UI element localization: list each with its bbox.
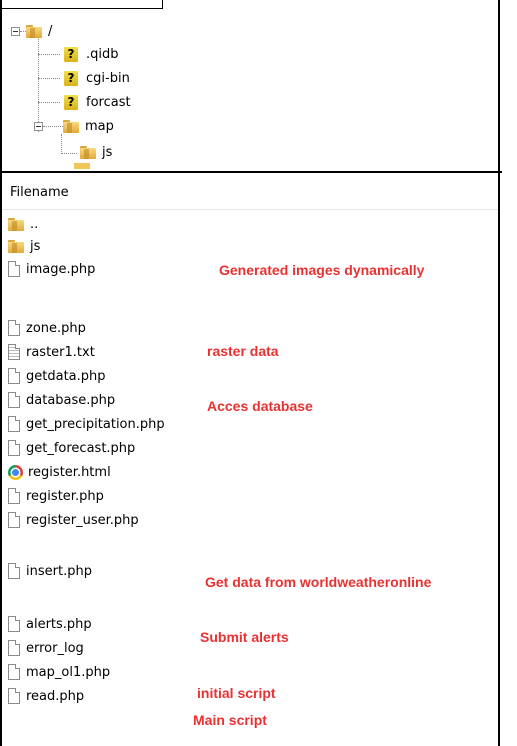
- file-icon: [8, 368, 20, 384]
- file-list: Filename .. js image.php zone.php raster…: [0, 173, 500, 746]
- list-item-get-forecast-php[interactable]: get_forecast.php: [8, 438, 135, 458]
- list-item-register-php[interactable]: register.php: [8, 486, 104, 506]
- file-icon: [8, 320, 20, 336]
- annotation-alerts: Submit alerts: [200, 629, 289, 645]
- list-item-alerts-php[interactable]: alerts.php: [8, 614, 92, 634]
- tree-node-label: map: [85, 118, 114, 134]
- list-item-error-log[interactable]: error_log: [8, 638, 84, 658]
- list-item-register-user-php[interactable]: register_user.php: [8, 510, 139, 530]
- file-icon: [8, 688, 20, 704]
- folder-icon-partial: [74, 163, 90, 169]
- folder-icon: [8, 239, 24, 253]
- tree-node-js[interactable]: js: [80, 142, 112, 162]
- folder-icon: [26, 24, 42, 38]
- text-file-icon: [8, 344, 20, 360]
- tree-connector: [38, 54, 60, 55]
- collapse-icon[interactable]: [34, 121, 43, 131]
- tree-node-qidb[interactable]: ? .qidb: [64, 44, 119, 64]
- file-icon: [8, 261, 20, 277]
- unknown-folder-icon: ?: [64, 70, 78, 86]
- list-item-zone-php[interactable]: zone.php: [8, 318, 86, 338]
- annotation-insert: Get data from worldweatheronline: [205, 574, 432, 590]
- file-icon: [8, 616, 20, 632]
- annotation-raster: raster data: [207, 343, 279, 359]
- folder-icon: [63, 119, 79, 133]
- file-icon: [8, 416, 20, 432]
- tree-node-label: js: [102, 144, 113, 160]
- tree-connector: [38, 102, 60, 103]
- annotation-read: Main script: [193, 712, 267, 728]
- collapse-icon[interactable]: [11, 26, 20, 36]
- annotation-database: Acces database: [207, 398, 313, 414]
- file-icon: [8, 488, 20, 504]
- file-icon: [8, 640, 20, 656]
- tree-node-forcast[interactable]: ? forcast: [64, 92, 131, 112]
- tree-connector: [61, 134, 62, 154]
- annotation-map-ol1: initial script: [197, 685, 276, 701]
- chrome-icon: [8, 464, 23, 480]
- column-header-filename[interactable]: Filename: [2, 173, 498, 210]
- directory-tree: / ? .qidb ? cgi-bin ? forcast map js: [0, 0, 502, 173]
- folder-icon: [80, 145, 96, 159]
- tree-node-label: .qidb: [86, 46, 119, 62]
- list-item-getdata-php[interactable]: getdata.php: [8, 366, 106, 386]
- list-item-read-php[interactable]: read.php: [8, 686, 84, 706]
- tree-header-edge: [2, 0, 163, 9]
- list-item-insert-php[interactable]: insert.php: [8, 561, 92, 581]
- unknown-folder-icon: ?: [64, 46, 78, 62]
- list-item-database-php[interactable]: database.php: [8, 390, 115, 410]
- tree-node-label: forcast: [86, 94, 131, 110]
- unknown-folder-icon: ?: [64, 94, 78, 110]
- tree-node-label: cgi-bin: [86, 70, 130, 86]
- list-item-parent[interactable]: ..: [8, 214, 38, 234]
- list-item-register-html[interactable]: register.html: [8, 462, 111, 482]
- annotation-image: Generated images dynamically: [219, 262, 425, 278]
- list-item-get-precipitation-php[interactable]: get_precipitation.php: [8, 414, 165, 434]
- tree-node-label: /: [48, 23, 53, 39]
- tree-node-cgi-bin[interactable]: ? cgi-bin: [64, 68, 130, 88]
- file-icon: [8, 563, 20, 579]
- file-icon: [8, 440, 20, 456]
- list-item-raster1-txt[interactable]: raster1.txt: [8, 342, 95, 362]
- list-item-map-ol1-php[interactable]: map_ol1.php: [8, 662, 110, 682]
- file-icon: [8, 512, 20, 528]
- list-item-js[interactable]: js: [8, 236, 40, 256]
- file-icon: [8, 664, 20, 680]
- tree-node-map[interactable]: map: [34, 116, 114, 136]
- file-icon: [8, 392, 20, 408]
- folder-icon: [8, 217, 24, 231]
- list-item-image-php[interactable]: image.php: [8, 259, 95, 279]
- tree-connector: [61, 153, 77, 154]
- tree-node-root[interactable]: /: [11, 21, 52, 41]
- tree-connector: [38, 78, 60, 79]
